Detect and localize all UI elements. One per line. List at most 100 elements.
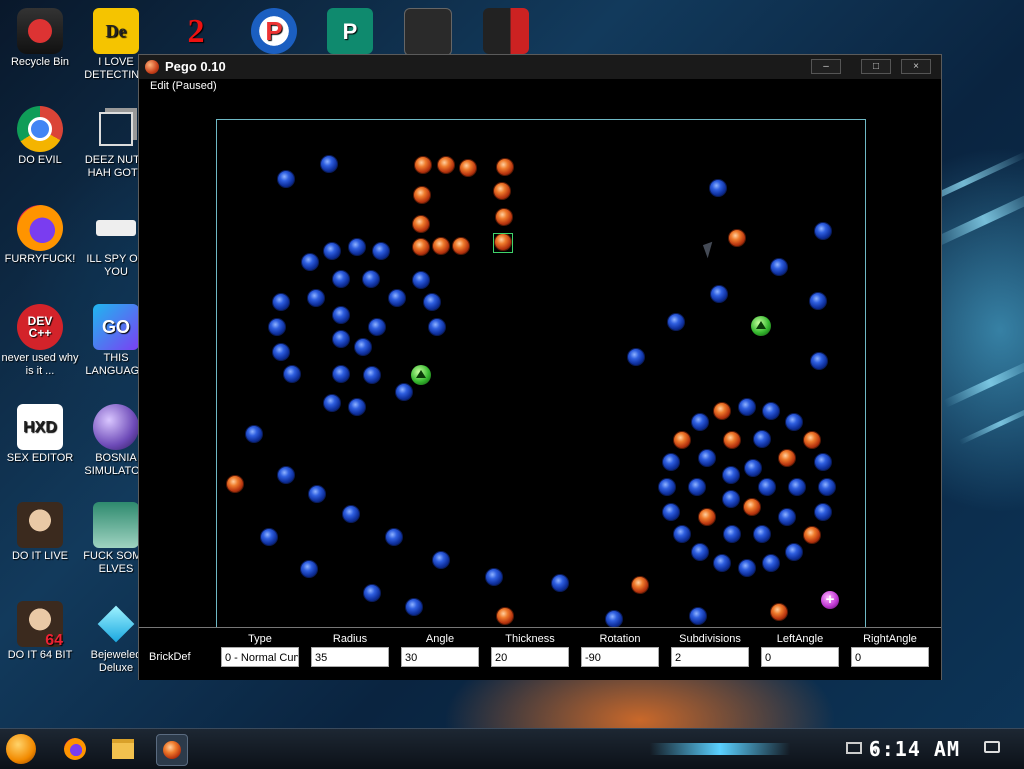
orange-peg[interactable] [803,431,821,449]
purple-bonus-peg-icon[interactable]: + [821,591,839,609]
blue-peg[interactable] [395,383,413,401]
orange-peg[interactable] [432,237,450,255]
blue-peg[interactable] [809,292,827,310]
blue-peg[interactable] [814,503,832,521]
blue-peg[interactable] [428,318,446,336]
orange-peg[interactable] [713,402,731,420]
minimize-button[interactable]: – [811,59,841,74]
hxd-shortcut-icon[interactable]: HXD SEX EDITOR [0,404,80,465]
blue-peg[interactable] [605,610,623,628]
blue-peg[interactable] [788,478,806,496]
close-button[interactable]: × [901,59,931,74]
blue-peg[interactable] [354,338,372,356]
blue-peg[interactable] [245,425,263,443]
blue-peg[interactable] [363,366,381,384]
orange-peg[interactable] [631,576,649,594]
orange-peg[interactable] [803,526,821,544]
orange-peg[interactable] [437,156,455,174]
blue-peg[interactable] [423,293,441,311]
blue-peg[interactable] [723,525,741,543]
do-it-64-shortcut-icon[interactable]: 64 DO IT 64 BIT [0,601,80,662]
blue-peg[interactable] [762,402,780,420]
blue-peg[interactable] [323,394,341,412]
blue-peg[interactable] [412,271,430,289]
orange-peg[interactable] [673,431,691,449]
blue-peg[interactable] [307,289,325,307]
blue-peg[interactable] [308,485,326,503]
title-bar[interactable]: Pego 0.10 – □ × [139,55,941,79]
orange-peg[interactable] [698,508,716,526]
blue-peg[interactable] [485,568,503,586]
blue-peg[interactable] [722,466,740,484]
rightangle-input[interactable]: 0 [851,647,929,667]
notification-icon[interactable] [984,741,1000,753]
taskbar-file-explorer-icon[interactable] [108,734,138,764]
blue-peg[interactable] [332,365,350,383]
blue-peg[interactable] [405,598,423,616]
orange-peg[interactable] [723,431,741,449]
blue-peg[interactable] [658,478,676,496]
type-input[interactable]: 0 - Normal Curve [221,647,299,667]
blue-peg[interactable] [362,270,380,288]
orange-peg[interactable] [413,186,431,204]
orange-peg[interactable] [452,237,470,255]
blue-peg[interactable] [814,222,832,240]
orange-peg[interactable] [743,498,761,516]
taskbar-clock[interactable]: 6:14 AM [869,737,960,761]
blue-peg[interactable] [320,155,338,173]
orange-peg[interactable] [728,229,746,247]
blue-peg[interactable] [300,560,318,578]
radius-input[interactable]: 35 [311,647,389,667]
blue-peg[interactable] [709,179,727,197]
menu-edit-paused[interactable]: Edit (Paused) [150,80,217,92]
blue-peg[interactable] [432,551,450,569]
blue-peg[interactable] [272,343,290,361]
blue-peg[interactable] [323,242,341,260]
blue-peg[interactable] [738,559,756,577]
blue-peg[interactable] [770,258,788,276]
blue-peg[interactable] [744,459,762,477]
blue-peg[interactable] [277,170,295,188]
blue-peg[interactable] [348,398,366,416]
blue-peg[interactable] [698,449,716,467]
blue-peg[interactable] [301,253,319,271]
blue-peg[interactable] [363,584,381,602]
blue-peg[interactable] [342,505,360,523]
start-orb-icon[interactable] [6,734,36,764]
blue-peg[interactable] [388,289,406,307]
shortcut-2-icon[interactable]: 2 [156,8,236,56]
blue-peg[interactable] [372,242,390,260]
blue-peg[interactable] [738,398,756,416]
green-powerup-peg-icon[interactable] [751,316,771,336]
blue-peg[interactable] [332,330,350,348]
do-it-live-shortcut-icon[interactable]: DO IT LIVE [0,502,80,563]
thickness-input[interactable]: 20 [491,647,569,667]
firefox-shortcut-icon[interactable]: FURRYFUCK! [0,205,80,266]
blue-peg[interactable] [691,543,709,561]
recycle-bin-icon[interactable]: Recycle Bin [0,8,80,69]
blue-peg[interactable] [332,270,350,288]
blue-peg[interactable] [758,478,776,496]
blue-peg[interactable] [785,543,803,561]
blue-peg[interactable] [753,430,771,448]
shortcut-p-icon[interactable]: P [234,8,314,56]
blue-peg[interactable] [368,318,386,336]
maximize-button[interactable]: □ [861,59,891,74]
blue-peg[interactable] [814,453,832,471]
network-icon[interactable] [846,742,862,754]
leftangle-input[interactable]: 0 [761,647,839,667]
blue-peg[interactable] [268,318,286,336]
blue-peg[interactable] [332,306,350,324]
taskbar-pego-icon[interactable] [156,734,188,766]
blue-peg[interactable] [722,490,740,508]
subdivisions-input[interactable]: 2 [671,647,749,667]
green-powerup-peg-icon[interactable] [411,365,431,385]
orange-peg[interactable] [226,475,244,493]
orange-peg[interactable] [778,449,796,467]
blue-peg[interactable] [762,554,780,572]
devcpp-shortcut-icon[interactable]: DEV C++ never used why is it ... [0,304,80,378]
orange-peg[interactable] [495,208,513,226]
blue-peg[interactable] [385,528,403,546]
blue-peg[interactable] [673,525,691,543]
orange-peg[interactable] [770,603,788,621]
